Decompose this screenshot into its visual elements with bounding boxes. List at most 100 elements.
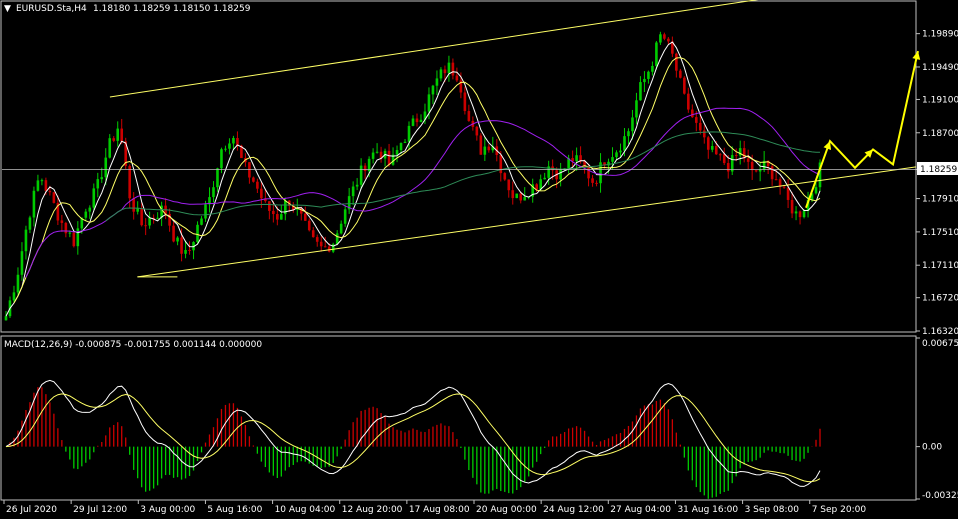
candle-body: [714, 145, 718, 155]
candle-body: [20, 251, 24, 275]
time-tick-label: 26 Jul 2020: [6, 505, 57, 515]
candle-body: [455, 75, 459, 81]
time-tick-label: 31 Aug 16:00: [677, 505, 738, 515]
candle-body: [750, 161, 754, 171]
candle-body: [144, 225, 147, 227]
candle-body: [315, 237, 319, 242]
candle-body: [272, 210, 275, 215]
candle-body: [232, 138, 235, 144]
candle-body: [519, 193, 523, 201]
candle-body: [276, 214, 279, 220]
candle-body: [734, 155, 738, 157]
candle-body: [84, 211, 88, 218]
candle-body: [463, 92, 467, 112]
candle-body: [515, 193, 519, 199]
candle-body: [176, 237, 179, 242]
candle-body: [543, 177, 546, 180]
candle-body: [746, 158, 750, 162]
candle-body: [343, 209, 347, 224]
candle-body: [403, 141, 407, 144]
candle-body: [627, 131, 630, 137]
candle-body: [172, 225, 175, 242]
macd-tick-label: -0.003254: [922, 491, 958, 501]
candle-body: [335, 233, 339, 245]
candle-body: [683, 77, 686, 94]
candle-body: [411, 118, 415, 126]
candle-body: [92, 188, 96, 208]
symbol-collapse-icon[interactable]: ▼: [4, 4, 11, 14]
candle-body: [268, 201, 271, 211]
candle-body: [782, 186, 786, 188]
candle-body: [475, 126, 479, 136]
candle-body: [100, 177, 104, 180]
candle-body: [679, 70, 682, 78]
candle-body: [675, 53, 678, 71]
candle-body: [611, 157, 614, 162]
candle-body: [591, 178, 594, 183]
candle-body: [68, 232, 72, 234]
symbol-label: EURUSD.Sta,H4: [16, 4, 87, 14]
price-tick-label: 1.16320: [922, 327, 958, 337]
price-tick-label: 1.18700: [922, 129, 958, 139]
candle-body: [307, 220, 311, 231]
candle-body: [351, 186, 355, 197]
candle-body: [447, 62, 451, 74]
candle-body: [443, 69, 447, 74]
candle-body: [691, 109, 694, 118]
candle-body: [148, 217, 151, 226]
candle-body: [575, 155, 578, 162]
chart-background: [0, 0, 958, 519]
candle-body: [655, 42, 658, 66]
candle-body: [802, 210, 806, 218]
candle-body: [507, 179, 511, 191]
candle-body: [24, 229, 28, 252]
candle-body: [156, 217, 159, 219]
time-tick-label: 3 Aug 00:00: [140, 505, 195, 515]
candle-body: [415, 118, 419, 123]
candle-body: [252, 177, 255, 182]
candle-body: [359, 165, 363, 185]
time-tick-label: 3 Sep 08:00: [745, 505, 800, 515]
candle-body: [431, 85, 435, 95]
time-tick-label: 12 Aug 20:00: [342, 505, 403, 515]
time-tick-label: 7 Sep 20:00: [812, 505, 867, 515]
price-tick-label: 1.17110: [922, 261, 958, 271]
candle-body: [375, 151, 379, 153]
candle-body: [407, 125, 411, 142]
candle-body: [659, 34, 662, 43]
candle-body: [643, 78, 646, 83]
time-tick-label: 10 Aug 04:00: [275, 505, 336, 515]
candle-body: [4, 316, 8, 321]
candle-body: [451, 62, 455, 76]
candle-body: [387, 150, 391, 165]
candle-body: [595, 182, 598, 184]
candle-body: [327, 246, 331, 252]
candle-body: [200, 218, 203, 225]
candle-body: [718, 154, 722, 156]
candle-body: [663, 34, 666, 39]
price-chart[interactable]: 1.19890 1.19490 1.19100 1.18700 1.18259 1.179…: [0, 0, 958, 519]
candle-body: [635, 100, 638, 118]
candle-body: [220, 149, 223, 169]
candle-body: [559, 169, 562, 180]
candle-body: [355, 184, 359, 187]
time-tick-label: 27 Aug 04:00: [610, 505, 671, 515]
candle-body: [212, 187, 215, 198]
macd-header: MACD(12,26,9) -0.000875 -0.001755 0.0011…: [4, 340, 262, 350]
candle-body: [647, 71, 650, 79]
candle-body: [511, 190, 515, 199]
candle-body: [44, 180, 48, 191]
candle-body: [188, 249, 191, 251]
time-tick-label: 20 Aug 00:00: [476, 505, 537, 515]
candle-body: [60, 220, 64, 223]
time-tick-label: 24 Aug 12:00: [543, 505, 604, 515]
candle-body: [303, 213, 307, 221]
time-tick-label: 17 Aug 08:00: [409, 505, 470, 515]
candle-body: [319, 241, 323, 247]
macd-tick-label: 0.006751: [922, 339, 958, 349]
candle-body: [132, 198, 135, 212]
candle-body: [730, 155, 734, 172]
price-tick-label: 1.19490: [922, 63, 958, 73]
candle-body: [224, 148, 227, 150]
candle-body: [184, 249, 187, 254]
